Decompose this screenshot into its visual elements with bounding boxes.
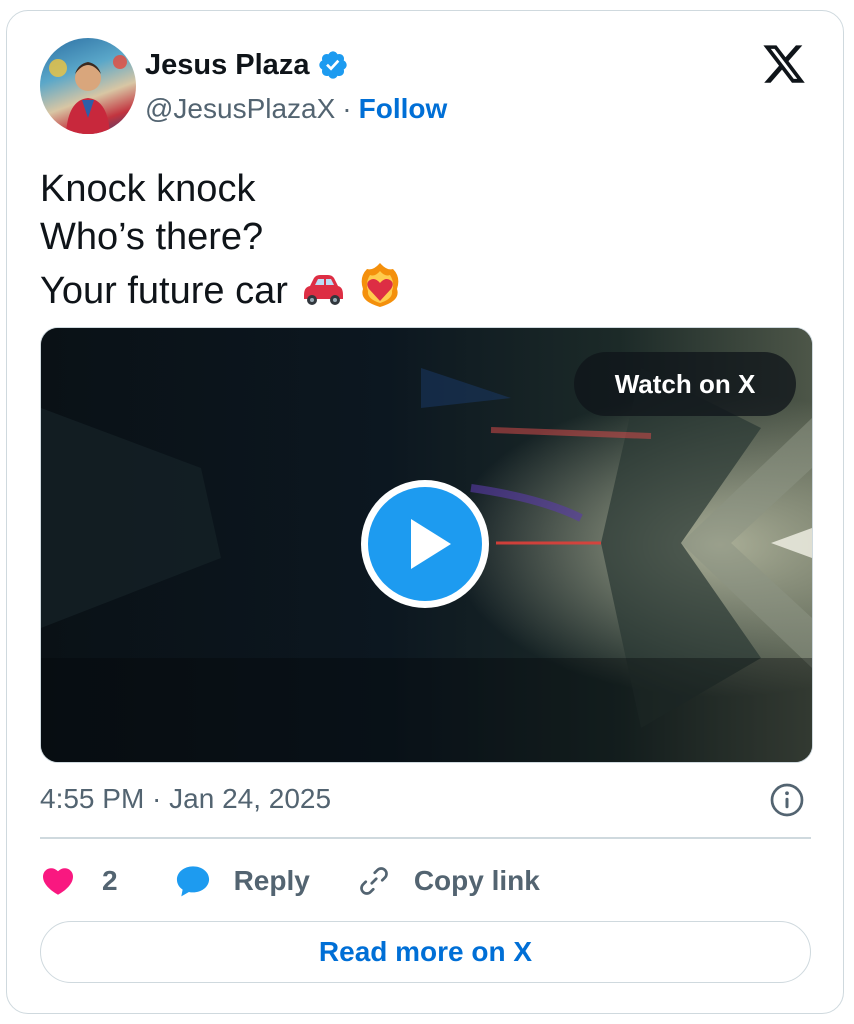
like-count: 2 (102, 865, 118, 896)
tweet-text: Knock knock Who’s there? Your future car (40, 165, 800, 312)
reply-label: Reply (233, 865, 310, 896)
author-name-row: Jesus Plaza (145, 45, 349, 85)
avatar[interactable] (40, 38, 136, 134)
author-name[interactable]: Jesus Plaza (145, 49, 309, 82)
heart-icon (42, 868, 74, 895)
like-button[interactable]: 2 (40, 863, 118, 899)
tweet-line: Who’s there? (40, 216, 264, 258)
copy-link-button[interactable]: Copy link (356, 863, 540, 899)
copy-link-label: Copy link (413, 865, 540, 896)
separator-dot: · (342, 93, 352, 124)
heart-on-fire-emoji-icon (361, 263, 399, 307)
tweet-timestamp[interactable]: 4:55 PM · Jan 24, 2025 (40, 781, 331, 817)
red-car-emoji-icon (304, 275, 344, 305)
action-bar: 2 Reply Copy link (40, 859, 540, 903)
tweet-embed-card: Jesus Plaza @JesusPlazaX · Follow Knock … (6, 10, 844, 1014)
author-handle-row: @JesusPlazaX · Follow (145, 89, 447, 129)
follow-button[interactable]: Follow (359, 93, 448, 125)
link-icon (360, 867, 388, 895)
video-player[interactable]: Watch on X (40, 327, 813, 763)
info-icon[interactable] (769, 782, 805, 818)
watch-on-x-button[interactable]: Watch on X (574, 352, 796, 416)
speech-bubble-icon (176, 866, 209, 897)
tweet-line-with-emoji: Your future car (40, 261, 800, 312)
tweet-line: Your future car (40, 270, 288, 312)
avatar-image (49, 55, 127, 134)
read-more-button[interactable]: Read more on X (40, 921, 811, 983)
author-handle[interactable]: @JesusPlazaX (145, 93, 335, 125)
tweet-line: Knock knock (40, 168, 256, 210)
x-logo-icon[interactable] (761, 41, 807, 87)
verified-badge-icon (319, 51, 348, 79)
play-button-icon[interactable] (358, 477, 492, 611)
reply-button[interactable]: Reply (174, 863, 310, 899)
divider (40, 837, 811, 839)
